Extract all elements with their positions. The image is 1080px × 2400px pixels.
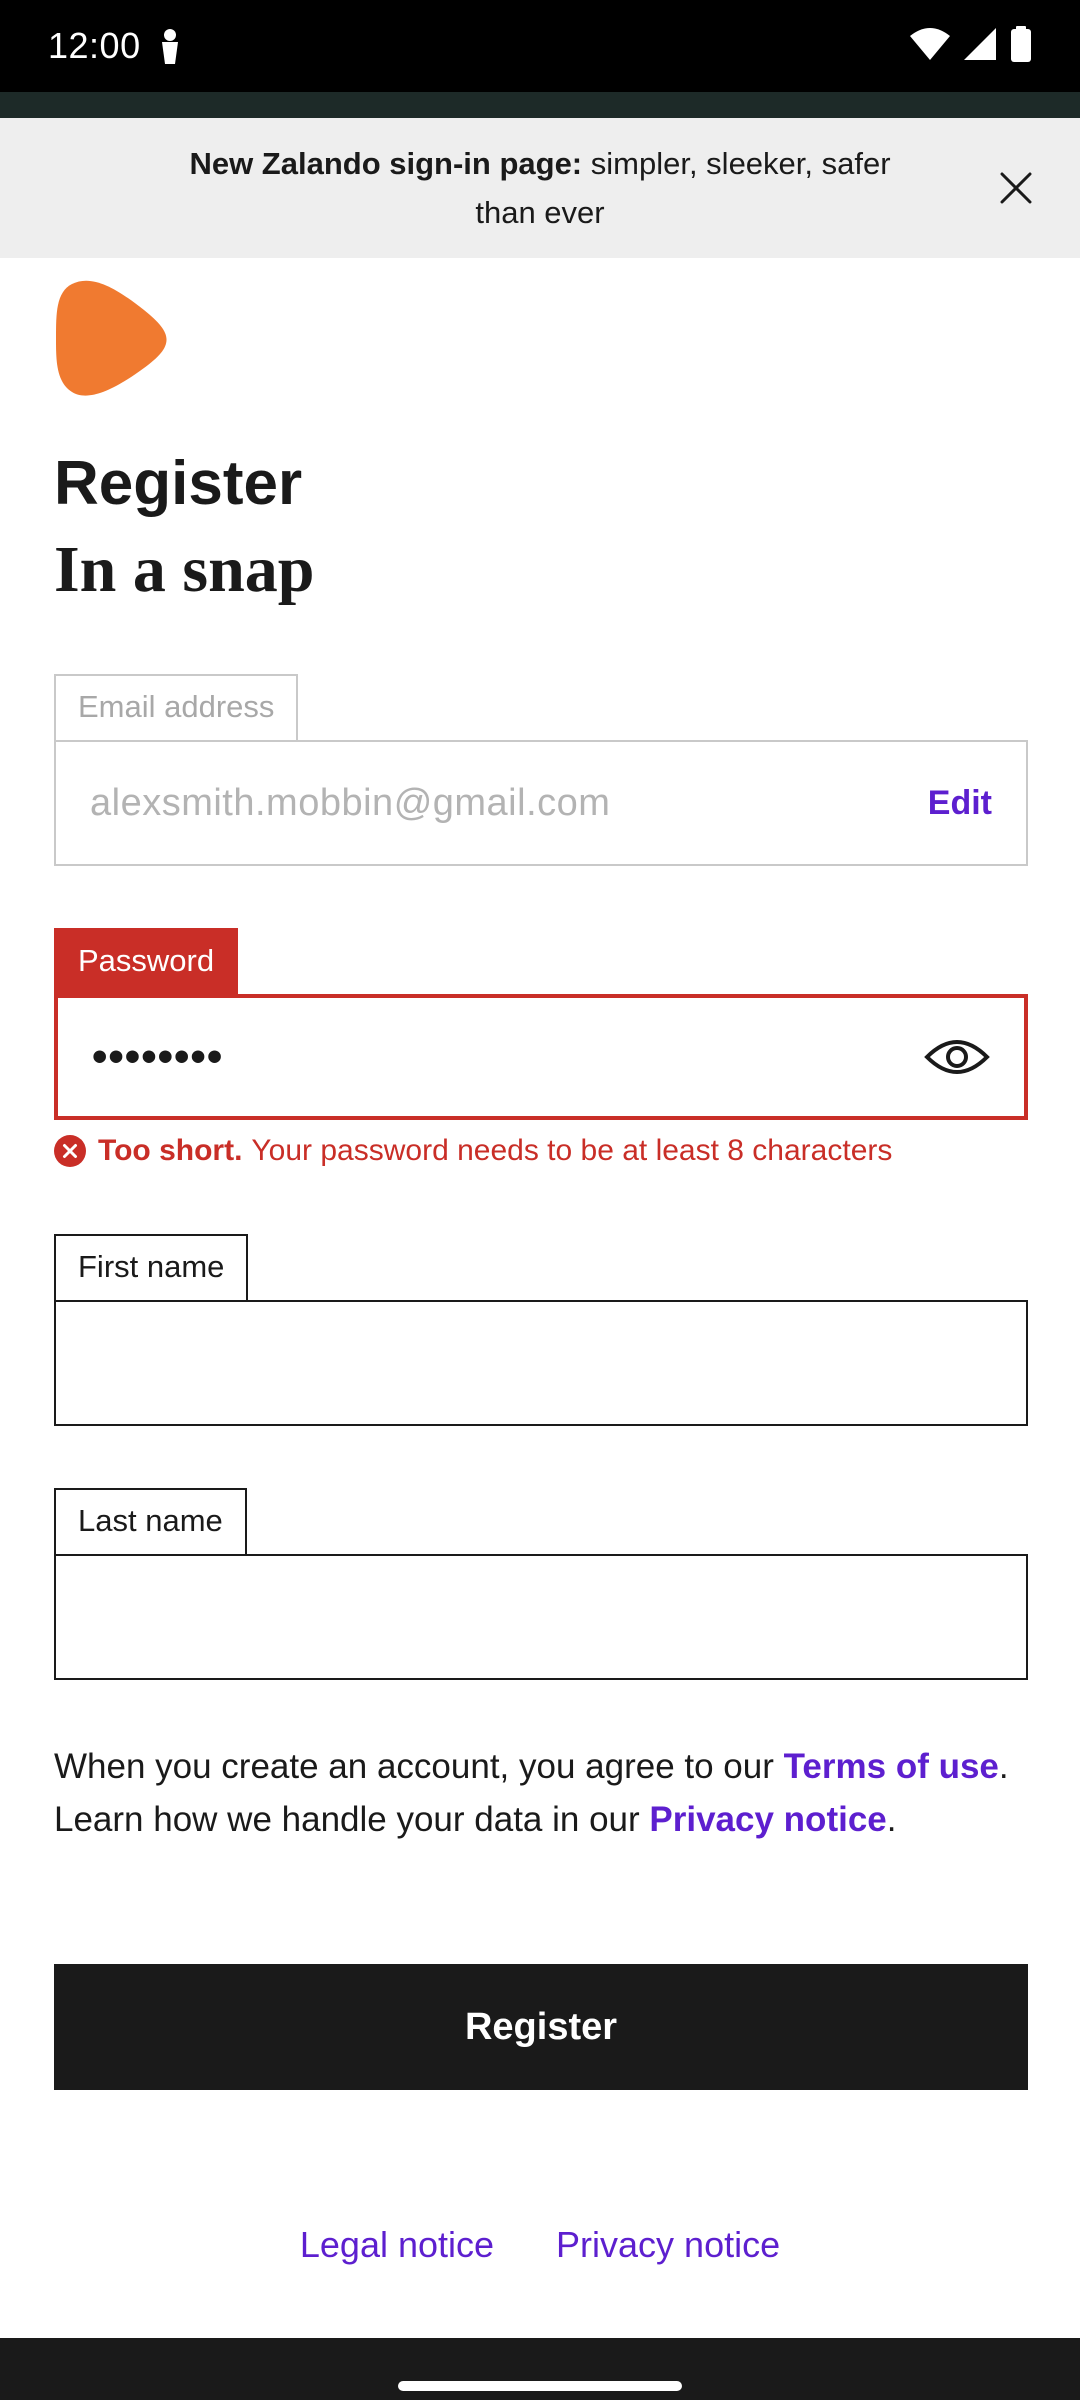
page-subtitle: In a snap — [54, 533, 315, 606]
battery-icon — [1010, 25, 1032, 67]
password-field: Password •••••••• — [54, 928, 1028, 1120]
password-value: •••••••• — [92, 1032, 224, 1081]
close-icon — [1000, 172, 1032, 204]
sign-in-banner: New Zalando sign-in page: simpler, sleek… — [0, 118, 1080, 258]
password-label: Password — [54, 928, 239, 994]
wifi-icon — [910, 27, 950, 65]
banner-bold-text: New Zalando sign-in page: — [189, 146, 583, 181]
password-input[interactable]: •••••••• — [54, 994, 1028, 1120]
error-text: Your password needs to be at least 8 cha… — [251, 1134, 893, 1167]
first-name-label: First name — [54, 1234, 249, 1300]
last-name-field: Last name — [54, 1488, 1028, 1680]
error-strong: Too short. — [98, 1134, 243, 1167]
first-name-input[interactable] — [90, 1302, 992, 1424]
register-button[interactable]: Register — [54, 1964, 1028, 2090]
terms-of-use-link[interactable]: Terms of use — [784, 1747, 999, 1786]
status-time: 12:00 — [48, 25, 141, 66]
home-handle[interactable] — [398, 2381, 682, 2391]
legal-notice-link[interactable]: Legal notice — [300, 2224, 494, 2266]
top-strip — [0, 92, 1080, 118]
status-icons — [910, 25, 1032, 67]
banner-text: New Zalando sign-in page: simpler, sleek… — [160, 139, 920, 237]
status-bar: 12:00 — [0, 0, 1080, 92]
last-name-input-box — [54, 1554, 1028, 1680]
footer-links: Legal notice Privacy notice — [0, 2224, 1080, 2266]
password-error: Too short. Your password needs to be at … — [54, 1134, 892, 1168]
page-title: Register — [54, 449, 303, 518]
signal-icon — [964, 27, 996, 65]
email-value: alexsmith.mobbin@gmail.com — [90, 781, 611, 824]
privacy-notice-link[interactable]: Privacy notice — [649, 1800, 886, 1839]
email-label: Email address — [54, 674, 299, 740]
last-name-label: Last name — [54, 1488, 247, 1554]
footer-privacy-notice-link[interactable]: Privacy notice — [556, 2224, 780, 2266]
last-name-input[interactable] — [90, 1556, 992, 1678]
legal-text: When you create an account, you agree to… — [54, 1740, 1034, 1846]
error-icon — [54, 1135, 86, 1167]
eye-icon[interactable] — [924, 1035, 990, 1079]
legal-text-3: . — [886, 1800, 897, 1839]
first-name-field: First name — [54, 1234, 1028, 1426]
first-name-input-box — [54, 1300, 1028, 1426]
person-icon — [159, 28, 181, 64]
legal-text-1: When you create an account, you agree to… — [54, 1747, 774, 1786]
zalando-logo — [56, 280, 167, 396]
edit-email-button[interactable]: Edit — [928, 784, 992, 823]
email-field: Email address alexsmith.mobbin@gmail.com… — [54, 674, 1028, 866]
email-input-box: alexsmith.mobbin@gmail.com Edit — [54, 740, 1028, 866]
close-banner-button[interactable] — [994, 166, 1038, 210]
